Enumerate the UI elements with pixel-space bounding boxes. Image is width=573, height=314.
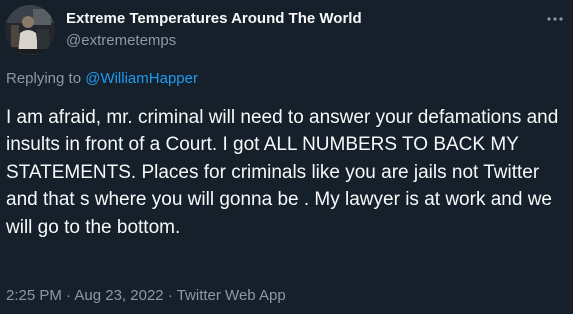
meta-separator: ·: [66, 287, 72, 304]
profile-photo-icon: [5, 5, 55, 55]
author-display-name[interactable]: Extreme Temperatures Around The World: [66, 9, 362, 29]
tweet-time: 2:25 PM: [6, 287, 62, 304]
tweet-metadata: 2:25 PM · Aug 23, 2022 · Twitter Web App: [6, 286, 286, 306]
tweet-source: Twitter Web App: [176, 287, 286, 304]
tweet-time-link[interactable]: 2:25 PM · Aug 23, 2022: [6, 287, 164, 304]
reply-mention-link[interactable]: @WilliamHapper: [85, 70, 198, 87]
more-options-icon: [547, 17, 563, 21]
author-handle[interactable]: @extremetemps: [66, 31, 362, 51]
meta-separator: ·: [167, 287, 173, 304]
replying-to-label: Replying to: [6, 70, 82, 87]
tweet: Extreme Temperatures Around The World @e…: [0, 0, 573, 314]
more-options-button[interactable]: [545, 9, 565, 29]
tweet-date: Aug 23, 2022: [74, 287, 164, 304]
author-block: Extreme Temperatures Around The World @e…: [66, 9, 362, 51]
replying-to-line: Replying to @WilliamHapper: [6, 69, 198, 89]
avatar[interactable]: [5, 5, 55, 55]
tweet-text: I am afraid, mr. criminal will need to a…: [6, 107, 559, 238]
